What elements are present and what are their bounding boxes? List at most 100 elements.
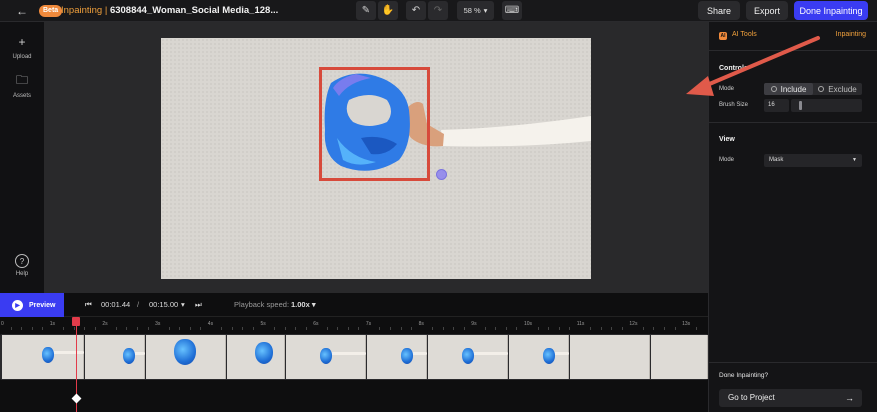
film-frame [146,335,226,379]
brush-size-slider[interactable] [791,99,862,112]
view-title: View [719,136,735,143]
ruler-minor-tick [295,327,297,330]
ruler-minor-tick [221,327,223,330]
ruler-minor-tick [189,327,191,330]
ruler-minor-tick [558,327,560,330]
bag-thumbnail [255,342,273,364]
ruler-minor-tick [600,327,602,330]
ruler-tick-label: 3s [155,321,161,327]
sidebar-item-help[interactable]: ? Help [0,254,44,277]
selection-box[interactable] [319,67,430,181]
ruler-minor-tick [495,327,497,330]
keyboard-shortcuts-button[interactable]: ⌨ [502,1,522,20]
skip-forward-icon[interactable]: ⏭ [195,300,202,310]
breadcrumb-separator: | [104,5,108,16]
arrow-right-icon: → [845,393,854,403]
playhead-handle[interactable] [72,317,80,326]
ruler-tick-label: 4s [207,321,214,327]
ruler-minor-tick [94,327,96,330]
ruler-minor-tick [432,327,434,330]
ruler-tick-label: 7s [365,321,372,327]
editor-canvas[interactable] [44,22,708,293]
film-frame [367,335,427,379]
radio-icon [818,86,825,92]
redo-button[interactable]: ↷ [428,1,448,20]
ruler-minor-tick [358,327,360,330]
bag-thumbnail [123,348,135,364]
mode-option-label: Exclude [828,84,857,94]
ruler-minor-tick [389,327,391,330]
hand-icon: ✋ [381,5,395,16]
ruler-minor-tick [400,327,402,330]
back-arrow-icon[interactable]: ← [13,3,31,19]
ruler-minor-tick [284,327,286,330]
ruler-minor-tick [548,327,550,330]
ruler-minor-tick [274,327,276,330]
sidebar-item-upload[interactable]: + Upload [0,33,44,60]
preview-button[interactable]: ▶ Preview [0,293,64,317]
playback-speed-select[interactable]: 1.00x ▾ [291,300,316,309]
mode-option-label: Include [780,84,807,94]
ruler-tick-label: 12s [629,321,638,327]
panel-header: AI AI Tools Inpainting [709,22,877,51]
arm-thumbnail [411,352,427,355]
video-frame[interactable] [161,38,591,279]
mode-include-option[interactable]: Include [764,83,813,95]
controls-title: Controls [719,65,748,72]
total-time: 00:15.00 [149,300,179,309]
bag-thumbnail [320,348,332,364]
ai-icon: AI [719,32,727,40]
skip-back-icon[interactable]: ⏮ [85,300,92,310]
breadcrumb: Inpainting | 6308844_Woman_Social Media_… [61,4,278,18]
view-mode-label: Mode [719,157,735,163]
sidebar-item-assets[interactable]: 🗀 Assets [0,72,44,100]
pan-tool-button[interactable]: ✋ [378,1,398,20]
timeline-ruler[interactable]: 0 1s 2s 3s 4s 5s 6s 7s 8s 9s 10s 11s 12s 13s [0,317,708,331]
zoom-select[interactable]: 58 % ▾ [457,1,494,20]
timeline-empty-area [0,380,708,412]
ruler-minor-tick [252,327,254,330]
bag-thumbnail [462,348,474,364]
brush-tool-button[interactable]: ✎ [356,1,376,20]
ai-tools-label[interactable]: AI Tools [732,31,757,38]
export-button[interactable]: Export [746,1,788,20]
mode-exclude-option[interactable]: Exclude [813,83,862,95]
sidebar-item-label: Assets [12,93,31,99]
slider-handle[interactable] [799,101,802,110]
playback-speed-label: Playback speed: [234,300,290,309]
ruler-minor-tick [642,327,644,330]
ruler-minor-tick [21,327,23,330]
film-frame [428,335,508,379]
help-icon: ? [15,254,29,268]
done-inpainting-button[interactable]: Done Inpainting [794,1,868,20]
sidebar-item-label: Help [15,271,29,277]
bag-thumbnail [401,348,413,364]
done-inpainting-question: Done Inpainting? [719,372,769,379]
beta-badge: Beta [39,5,63,17]
ruler-minor-tick [179,327,181,330]
share-button[interactable]: Share [698,1,740,20]
brush-size-input[interactable]: 16 [764,99,789,112]
chevron-down-icon: ▾ [311,300,316,309]
bag-thumbnail [174,339,196,365]
divider [709,122,877,123]
ruler-minor-tick [621,327,623,330]
view-mode-value: Mask [769,157,784,163]
undo-button[interactable]: ↶ [406,1,426,20]
video-track[interactable] [0,334,708,380]
go-to-project-button[interactable]: Go to Project → [719,389,862,407]
mode-label: Mode [719,86,735,92]
mode-title: Inpainting [61,5,103,16]
ruler-minor-tick [31,327,33,330]
ruler-minor-tick [137,327,139,330]
ruler-minor-tick [200,327,202,330]
bag-thumbnail [42,347,54,363]
file-name[interactable]: 6308844_Woman_Social Media_128... [110,5,278,16]
chevron-down-icon[interactable]: ▾ [181,300,185,309]
arm-thumbnail [52,351,84,354]
plus-icon: + [18,35,26,49]
film-frame [286,335,366,379]
tab-inpainting[interactable]: Inpainting [836,31,866,38]
view-mode-select[interactable]: Mask ▼ [764,154,862,167]
sidebar-item-label: Upload [12,54,32,60]
